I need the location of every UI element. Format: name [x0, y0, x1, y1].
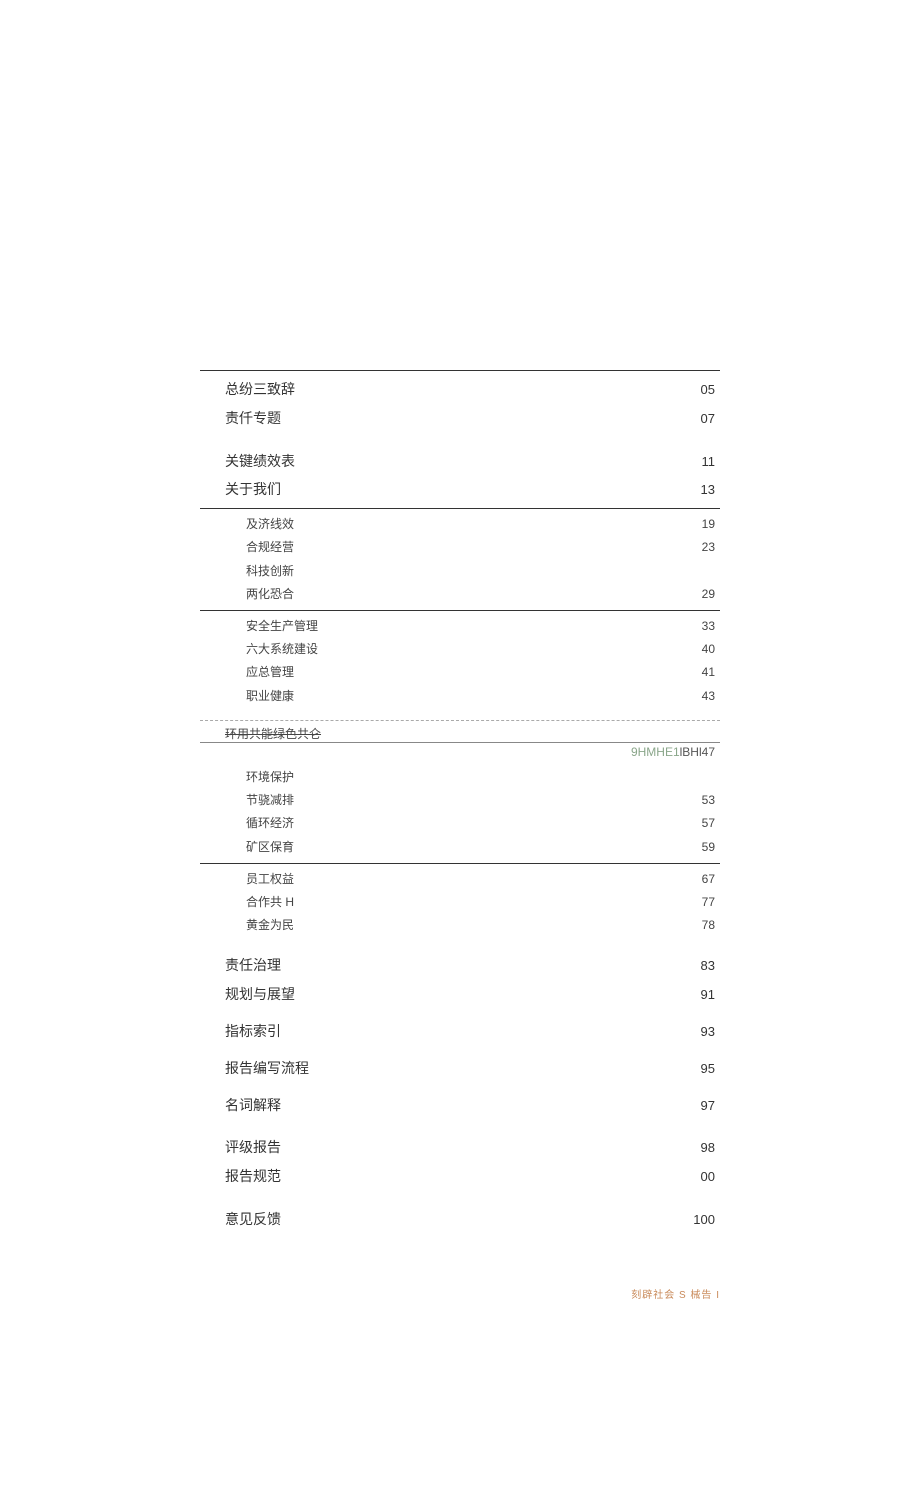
toc-row: 六大系统建设 40	[200, 638, 720, 661]
toc-row: 意见反馈 100	[200, 1205, 720, 1234]
toc-page: 05	[701, 380, 720, 401]
toc-page: 11	[702, 452, 721, 473]
toc-page: 77	[702, 893, 720, 912]
section-heading: 环用共能绿色共仑	[200, 720, 720, 744]
toc-page: 53	[702, 791, 720, 810]
toc-section: 评级报告 98 报告规范 00	[200, 1129, 720, 1195]
toc-section: 报告编写流程 95	[200, 1050, 720, 1087]
toc-row: 报告规范 00	[200, 1162, 720, 1191]
table-of-contents: 总纷三致辞 05 责仟专题 07 关键绩效表 11 关于我们 13 及济线效 19 合规经营 23 科技…	[200, 370, 720, 1238]
toc-label: 六大系统建设	[200, 640, 318, 659]
toc-label: 节骁减排	[200, 791, 294, 810]
toc-row: 节骁减排 53	[200, 789, 720, 812]
toc-label: 名词解释	[200, 1094, 281, 1116]
toc-label: 两化恐合	[200, 585, 294, 604]
toc-label: 规划与展望	[200, 983, 295, 1005]
toc-page: 78	[702, 916, 720, 935]
toc-label: 意见反馈	[200, 1208, 281, 1230]
toc-row: 责仟专题 07	[200, 404, 720, 433]
toc-label: 总纷三致辞	[200, 378, 295, 400]
toc-label: 应总管理	[200, 663, 294, 682]
toc-page: 40	[702, 640, 720, 659]
toc-label: 及济线效	[200, 515, 294, 534]
toc-label: 关键绩效表	[200, 450, 295, 472]
toc-row: 循环经济 57	[200, 812, 720, 835]
toc-row: 员工权益 67	[200, 868, 720, 891]
toc-row: 责任治理 83	[200, 951, 720, 980]
toc-row: 指标索引 93	[200, 1017, 720, 1046]
toc-section: 指标索引 93	[200, 1013, 720, 1050]
toc-row: 矿区保育 59	[200, 836, 720, 859]
toc-page: 57	[702, 814, 720, 833]
toc-page: 67	[702, 870, 720, 889]
toc-label: 职业健康	[200, 687, 294, 706]
toc-label: 合规经营	[200, 538, 294, 557]
toc-row: 合规经营 23	[200, 536, 720, 559]
toc-page: 95	[701, 1059, 720, 1080]
toc-row: 报告编写流程 95	[200, 1054, 720, 1083]
toc-label: 矿区保育	[200, 838, 294, 857]
toc-row: 黄金为民 78	[200, 914, 720, 937]
toc-page: 41	[702, 663, 720, 682]
toc-label: 黄金为民	[200, 916, 294, 935]
toc-page: 98	[701, 1138, 720, 1159]
toc-row: 职业健康 43	[200, 685, 720, 708]
toc-page: 00	[701, 1167, 720, 1188]
toc-row: 评级报告 98	[200, 1133, 720, 1162]
toc-page: 19	[702, 515, 720, 534]
toc-row: 关键绩效表 11	[200, 447, 720, 476]
toc-row: 两化恐合 29	[200, 583, 720, 606]
toc-label: 合作共 H	[200, 893, 294, 912]
toc-section: 安全生产管理 33 六大系统建设 40 应总管理 41 职业健康 43	[200, 610, 720, 712]
toc-label: 环境保护	[200, 768, 294, 787]
toc-row: 应总管理 41	[200, 661, 720, 684]
toc-page: 93	[701, 1022, 720, 1043]
toc-page: 13	[701, 480, 720, 501]
toc-label: 指标索引	[200, 1020, 281, 1042]
toc-section: 总纷三致辞 05 责仟专题 07	[200, 370, 720, 437]
toc-page: 59	[702, 838, 720, 857]
toc-section: 责任治理 83 规划与展望 91	[200, 947, 720, 1013]
toc-page: 07	[701, 409, 720, 430]
toc-label: 科技创新	[200, 562, 294, 581]
toc-row: 科技创新	[200, 560, 720, 583]
toc-row: 合作共 H 77	[200, 891, 720, 914]
toc-page: 91	[701, 985, 720, 1006]
toc-page: 97	[701, 1096, 720, 1117]
toc-label: 报告编写流程	[200, 1057, 309, 1079]
toc-page: 100	[693, 1210, 720, 1231]
toc-row: 名词解释 97	[200, 1091, 720, 1120]
toc-label: 安全生产管理	[200, 617, 318, 636]
toc-page: 29	[702, 585, 720, 604]
toc-section: 意见反馈 100	[200, 1201, 720, 1238]
toc-page: 23	[702, 538, 720, 557]
toc-page: 83	[701, 956, 720, 977]
toc-label: 责任治理	[200, 954, 281, 976]
toc-row: 安全生产管理 33	[200, 615, 720, 638]
toc-section: 名词解释 97	[200, 1087, 720, 1124]
toc-row: 及济线效 19	[200, 513, 720, 536]
toc-label: 循环经济	[200, 814, 294, 833]
special-code: 9HMHE1lBHl47	[200, 742, 720, 762]
toc-label: 评级报告	[200, 1136, 281, 1158]
toc-section: 关键绩效表 11 关于我们 13	[200, 443, 720, 509]
toc-section: 环境保护节骁减排 53 循环经济 57 矿区保育 59	[200, 762, 720, 863]
toc-row: 关于我们 13	[200, 475, 720, 504]
toc-row: 环境保护	[200, 766, 720, 789]
toc-page: 43	[702, 687, 720, 706]
toc-label: 责仟专题	[200, 407, 281, 429]
toc-label: 员工权益	[200, 870, 294, 889]
toc-label: 关于我们	[200, 478, 281, 500]
toc-section: 员工权益 67 合作共 H 77 黄金为民 78	[200, 863, 720, 942]
toc-section: 及济线效 19 合规经营 23 科技创新两化恐合 29	[200, 508, 720, 610]
toc-page: 33	[702, 617, 720, 636]
toc-row: 规划与展望 91	[200, 980, 720, 1009]
toc-row: 总纷三致辞 05	[200, 375, 720, 404]
toc-label: 报告规范	[200, 1165, 281, 1187]
footer-note: 刻辟社会 S 械告 I	[200, 1288, 720, 1304]
